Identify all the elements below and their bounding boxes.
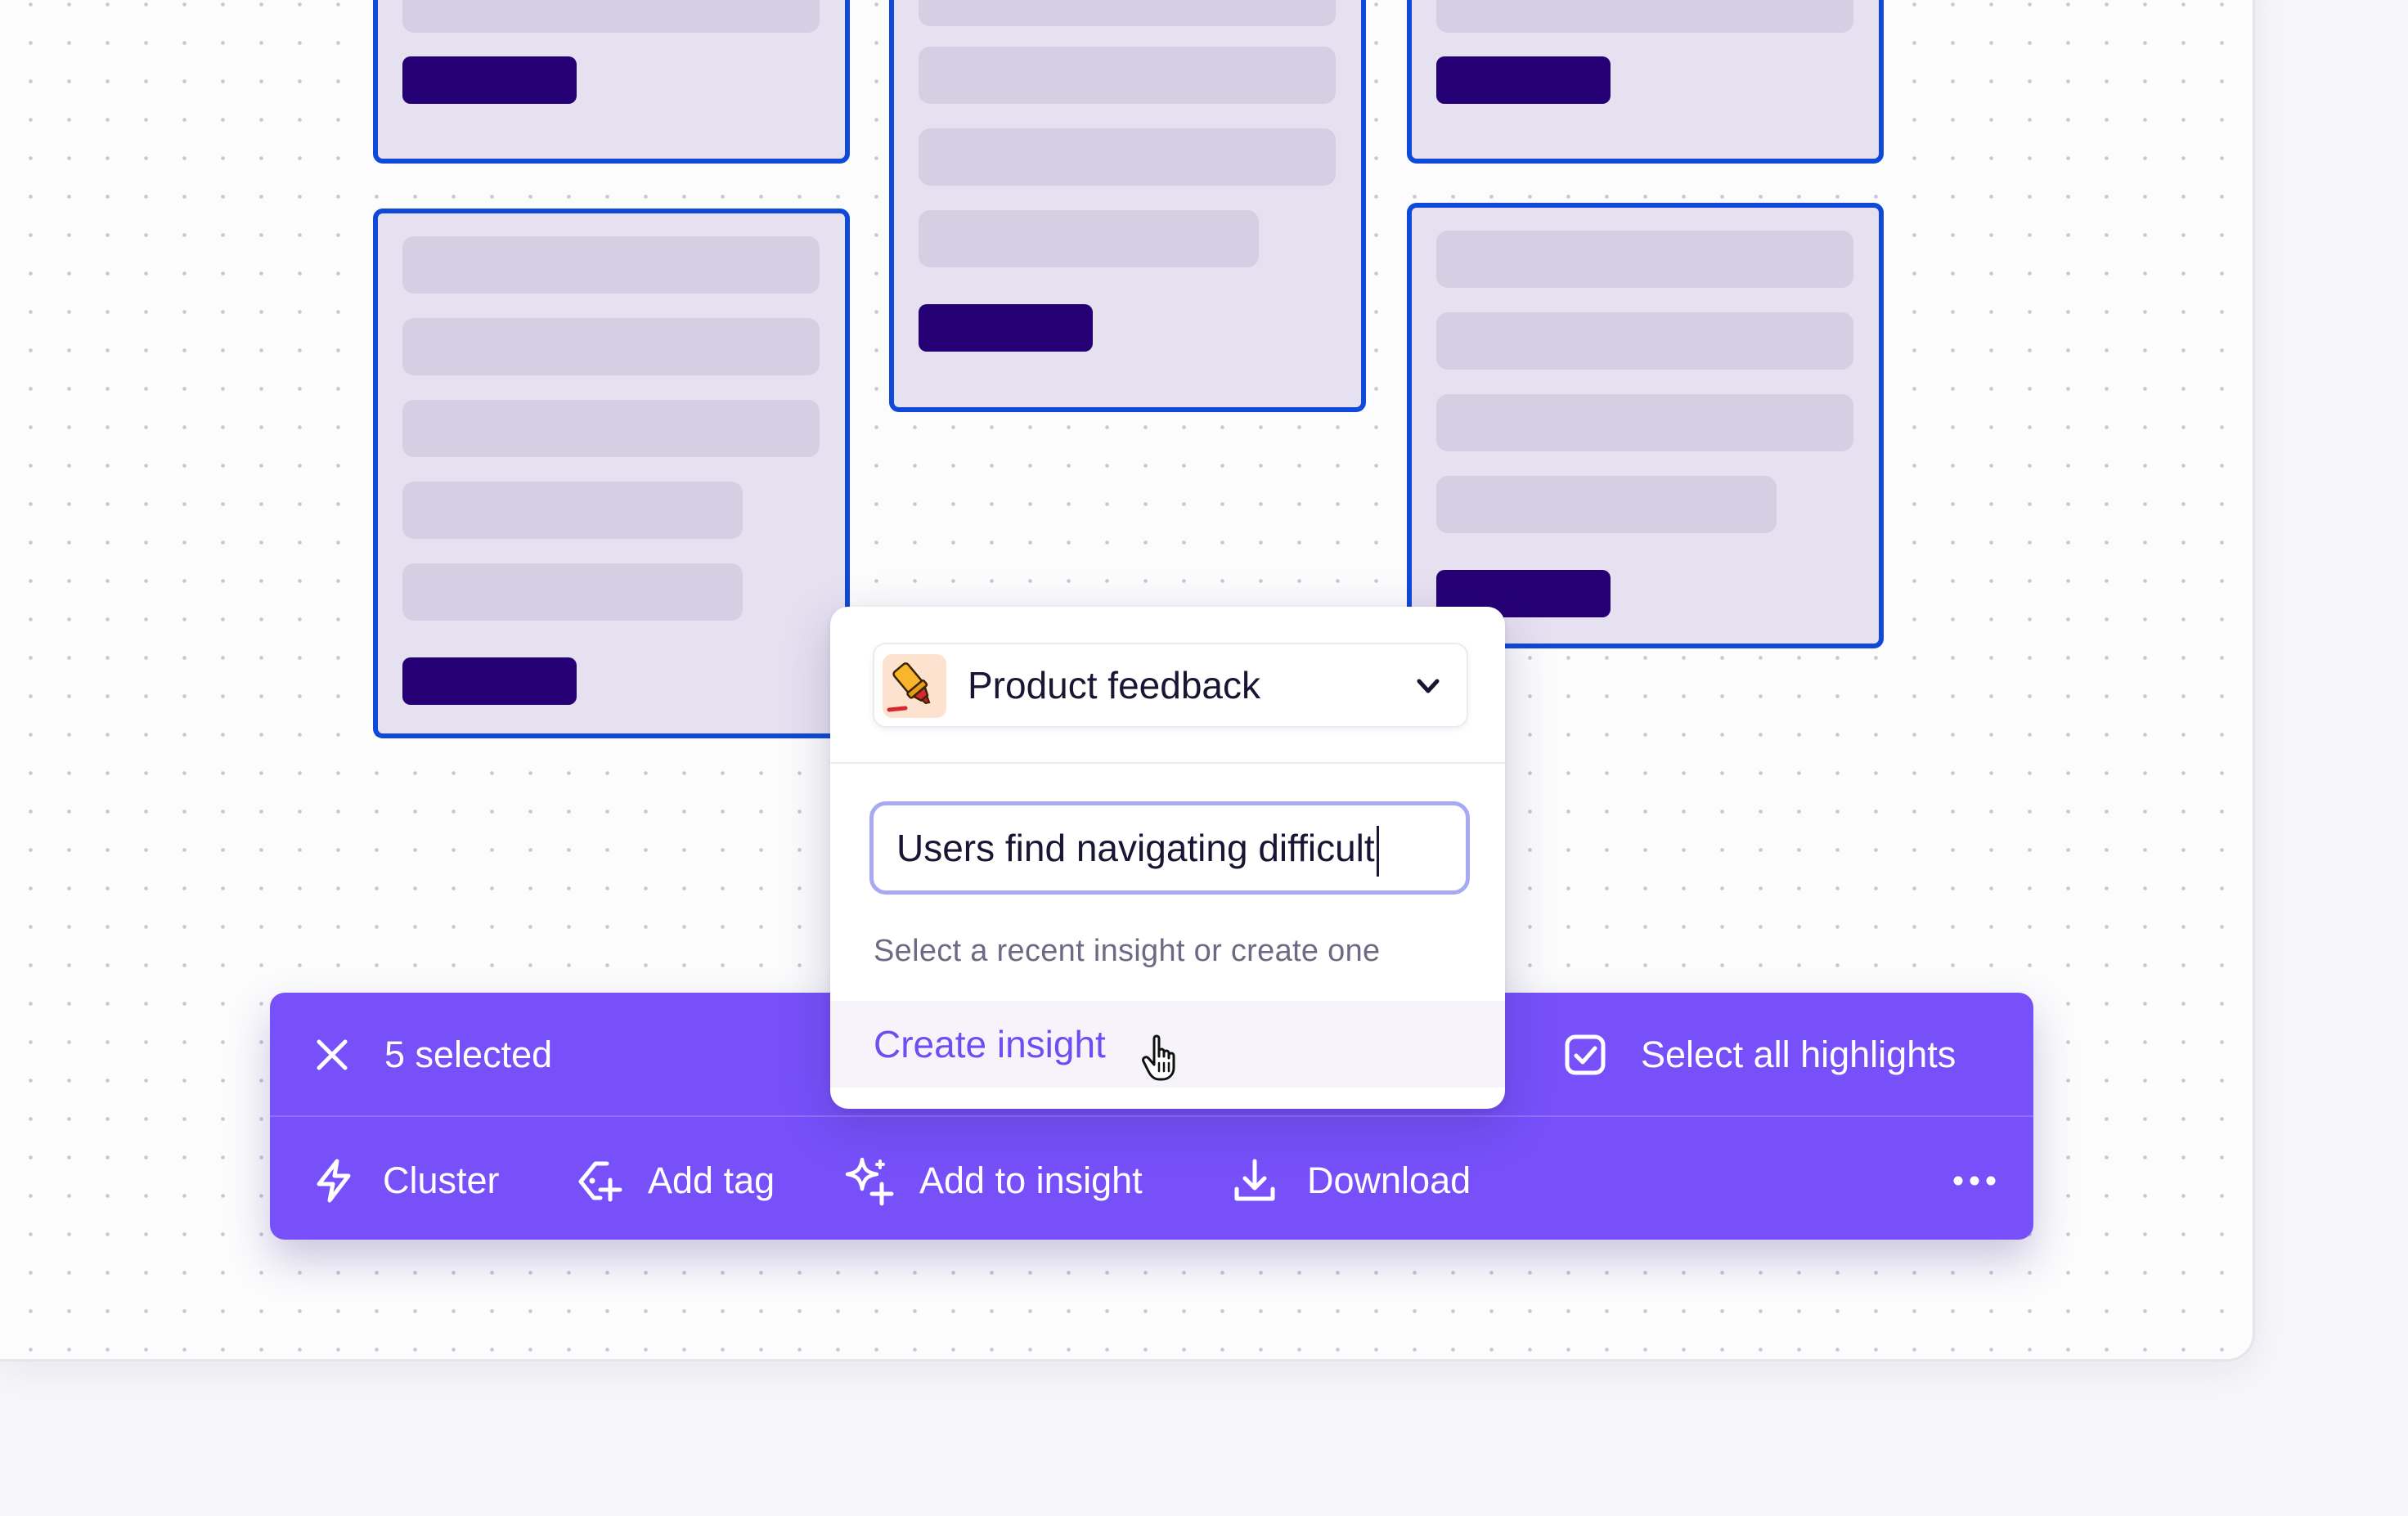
select-all-highlights-button[interactable]: Select all highlights (1562, 1024, 1956, 1086)
download-button[interactable]: Download (1230, 1150, 1471, 1212)
close-icon (317, 1039, 348, 1070)
add-tag-button[interactable]: Add tag (573, 1150, 775, 1212)
chevron-down-icon (1417, 679, 1440, 693)
card-text-placeholder (1436, 476, 1777, 533)
card-text-placeholder (1436, 394, 1853, 451)
add-tag-label: Add tag (648, 1159, 775, 1201)
add-to-insight-button[interactable]: Add to insight (842, 1150, 1143, 1212)
card-text-placeholder (919, 0, 1336, 26)
card-tag-placeholder (1436, 56, 1611, 104)
card-text-placeholder (1436, 0, 1853, 33)
cluster-button[interactable]: Cluster (309, 1150, 500, 1212)
highlight-card[interactable] (373, 209, 850, 738)
text-caret (1376, 825, 1379, 877)
insight-input-value: Users find navigating difficult (896, 827, 1375, 869)
more-actions-button[interactable] (1950, 1156, 1999, 1205)
highlight-card[interactable] (373, 0, 850, 164)
add-to-insight-label: Add to insight (919, 1159, 1143, 1201)
tag-plus-icon (578, 1161, 622, 1202)
create-insight-option[interactable]: Create insight (830, 1001, 1505, 1088)
card-tag-placeholder (402, 56, 577, 104)
download-icon (1234, 1159, 1275, 1201)
card-tag-placeholder (402, 657, 577, 705)
card-text-placeholder (402, 318, 820, 375)
card-text-placeholder (1436, 231, 1853, 288)
more-icon (1953, 1176, 1996, 1186)
popover-divider (830, 762, 1505, 764)
highlighter-icon (883, 654, 946, 718)
insight-search-input[interactable]: Users find navigating difficult (869, 801, 1470, 895)
card-text-placeholder (402, 400, 820, 457)
card-text-placeholder (1436, 312, 1853, 370)
cluster-label: Cluster (383, 1159, 500, 1201)
add-to-insight-popover: Product feedback Users find navigating d… (830, 607, 1505, 1109)
insight-hint: Select a recent insight or create one (874, 934, 1381, 968)
highlight-card[interactable] (1407, 0, 1884, 164)
deselect-button[interactable]: 5 selected (312, 1024, 552, 1086)
card-text-placeholder (402, 0, 820, 33)
card-text-placeholder (919, 47, 1336, 104)
sparkle-plus-icon (845, 1157, 894, 1206)
card-text-placeholder (402, 482, 743, 539)
project-name: Product feedback (968, 664, 1261, 706)
card-text-placeholder (919, 210, 1259, 267)
card-tag-placeholder (919, 304, 1093, 352)
project-select[interactable]: Product feedback (873, 643, 1468, 728)
card-text-placeholder (919, 128, 1336, 186)
checkbox-checked-icon (1565, 1034, 1606, 1075)
download-label: Download (1307, 1159, 1471, 1201)
select-all-label: Select all highlights (1641, 1034, 1956, 1075)
toolbar-divider (270, 1115, 2033, 1117)
lightning-icon (317, 1159, 351, 1203)
selection-count: 5 selected (384, 1034, 553, 1075)
card-text-placeholder (402, 236, 820, 294)
highlight-card[interactable] (1407, 203, 1884, 648)
create-insight-label: Create insight (874, 1023, 1106, 1065)
card-text-placeholder (402, 563, 743, 621)
highlight-card[interactable] (889, 0, 1366, 412)
hand-pointer-icon (1142, 1034, 1175, 1081)
